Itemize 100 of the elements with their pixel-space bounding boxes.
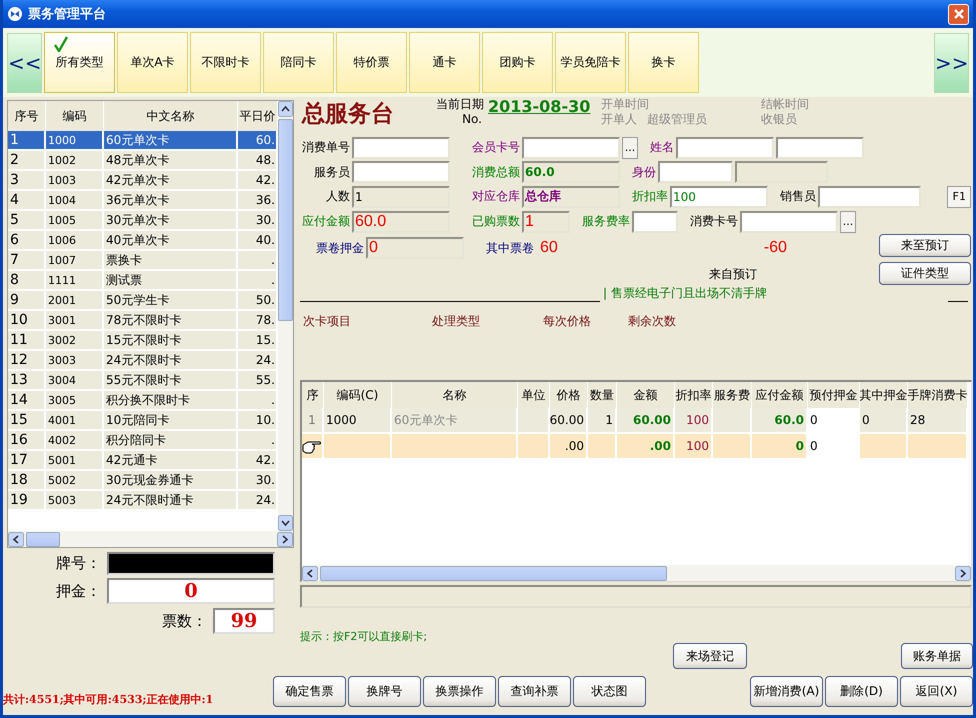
scroll-down-icon[interactable] [278, 515, 293, 531]
previous-button[interactable]: << [7, 32, 42, 92]
horizontal-scrollbar[interactable] [8, 531, 293, 547]
table-cell[interactable]: 48元单次卡 [104, 151, 238, 171]
category-tab[interactable]: 单次A卡 [117, 32, 188, 93]
table-cell[interactable]: 3001 [46, 311, 104, 331]
action-button[interactable]: 删除(D) [825, 676, 898, 707]
table-cell[interactable]: 60.00 [550, 408, 588, 434]
table-cell[interactable]: 15 [8, 411, 46, 431]
table-cell[interactable]: 测试票 [104, 271, 238, 291]
table-cell[interactable]: 4001 [46, 411, 104, 431]
table-cell[interactable]: 6 [8, 231, 46, 251]
table-cell[interactable]: 28 [908, 408, 968, 434]
next-button[interactable]: >> [934, 32, 969, 92]
category-tab[interactable]: 不限时卡 [190, 32, 261, 93]
table-cell[interactable]: 5003 [46, 491, 104, 511]
input-field[interactable] [352, 161, 450, 183]
table-cell[interactable]: 60.00 [617, 408, 675, 434]
table-cell[interactable]: 3002 [46, 331, 104, 351]
category-tab[interactable]: 学员免陪卡 [555, 32, 626, 93]
table-cell[interactable]: 0 [752, 434, 808, 460]
action-button[interactable]: 账务单据 [901, 643, 973, 669]
close-button[interactable] [948, 4, 969, 24]
input-field[interactable] [818, 186, 921, 208]
vertical-scrollbar[interactable] [278, 101, 293, 531]
table-cell[interactable] [324, 434, 392, 460]
table-cell[interactable]: 24. [238, 351, 278, 371]
table-cell[interactable]: 19 [8, 491, 46, 511]
table-cell[interactable]: 1 [302, 408, 324, 434]
table-cell[interactable]: 9 [8, 291, 46, 311]
table-cell[interactable]: 60. [238, 131, 278, 151]
table-cell[interactable]: . [238, 271, 278, 291]
input-field[interactable] [632, 210, 678, 232]
input-field[interactable] [658, 161, 733, 183]
table-cell[interactable]: 14 [8, 391, 46, 411]
action-button[interactable]: 新增消费(A) [750, 676, 823, 707]
table-cell[interactable]: 48. [238, 151, 278, 171]
table-cell[interactable] [302, 434, 324, 460]
category-tab[interactable]: 团购卡 [482, 32, 553, 93]
table-cell[interactable] [713, 434, 752, 460]
table-cell[interactable]: 30元单次卡 [104, 211, 238, 231]
table-cell[interactable]: 积分换不限时卡 [104, 391, 238, 411]
table-cell[interactable]: 4002 [46, 431, 104, 451]
table-cell[interactable]: 1111 [46, 271, 104, 291]
table-cell[interactable]: 7 [8, 251, 46, 271]
table-cell[interactable]: 10 [8, 311, 46, 331]
table-cell[interactable]: 11 [8, 331, 46, 351]
table-cell[interactable]: 36元单次卡 [104, 191, 238, 211]
input-field[interactable] [676, 136, 774, 158]
input-field[interactable] [522, 136, 620, 158]
browse-button[interactable]: ... [840, 210, 856, 232]
table-cell[interactable]: 18 [8, 471, 46, 491]
table-cell[interactable]: 15. [238, 331, 278, 351]
action-button[interactable]: 返回(X) [900, 676, 973, 707]
action-button[interactable]: 状态图 [573, 676, 646, 707]
scroll-up-icon[interactable] [278, 101, 293, 117]
table-cell[interactable]: 100 [675, 408, 713, 434]
table-cell[interactable]: 1007 [46, 251, 104, 271]
category-tab[interactable]: 陪同卡 [263, 32, 334, 93]
table-cell[interactable]: 12 [8, 351, 46, 371]
action-button[interactable]: 确定售票 [273, 676, 346, 707]
table-cell[interactable]: 2001 [46, 291, 104, 311]
table-cell[interactable]: 3 [8, 171, 46, 191]
table-cell[interactable]: 50元学生卡 [104, 291, 238, 311]
action-button[interactable]: 来场登记 [673, 643, 747, 669]
action-button[interactable]: 换牌号 [348, 676, 421, 707]
table-cell[interactable]: 1003 [46, 171, 104, 191]
table-cell[interactable]: 1 [8, 131, 46, 151]
table-cell[interactable]: 78. [238, 311, 278, 331]
table-cell[interactable]: . [238, 251, 278, 271]
table-cell[interactable]: 10元陪同卡 [104, 411, 238, 431]
table-cell[interactable]: 30元现金券通卡 [104, 471, 238, 491]
table-cell[interactable]: 0 [860, 408, 908, 434]
category-tab[interactable]: 所有类型 [44, 32, 115, 93]
table-cell[interactable]: 78元不限时卡 [104, 311, 238, 331]
scrollbar-thumb[interactable] [320, 566, 667, 580]
table-cell[interactable]: 42元单次卡 [104, 171, 238, 191]
table-cell[interactable]: 1 [588, 408, 617, 434]
table-cell[interactable]: 3005 [46, 391, 104, 411]
scroll-right-icon[interactable] [955, 566, 971, 580]
table-cell[interactable]: .00 [550, 434, 588, 460]
category-tab[interactable]: 通卡 [409, 32, 480, 93]
table-cell[interactable] [518, 434, 550, 460]
table-cell[interactable]: 42. [238, 171, 278, 191]
horizontal-scrollbar[interactable] [302, 565, 971, 581]
input-field[interactable] [352, 136, 450, 158]
table-cell[interactable]: 1004 [46, 191, 104, 211]
table-cell[interactable]: 3003 [46, 351, 104, 371]
table-cell[interactable]: 5001 [46, 451, 104, 471]
table-cell[interactable]: 100 [675, 434, 713, 460]
table-cell[interactable]: 60元单次卡 [104, 131, 238, 151]
input-field[interactable] [107, 552, 275, 575]
table-cell[interactable]: 24元不限时通卡 [104, 491, 238, 511]
scroll-right-icon[interactable] [277, 532, 293, 546]
table-cell[interactable]: 30. [238, 471, 278, 491]
table-cell[interactable]: 4 [8, 191, 46, 211]
table-cell[interactable]: 15元不限时卡 [104, 331, 238, 351]
table-cell[interactable]: 40元单次卡 [104, 231, 238, 251]
table-cell[interactable] [860, 434, 908, 460]
table-cell[interactable]: 3004 [46, 371, 104, 391]
